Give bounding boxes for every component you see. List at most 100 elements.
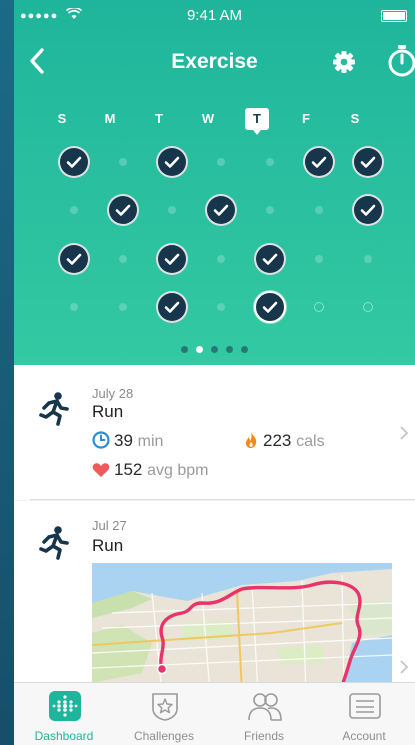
calendar-day-empty [107, 146, 139, 178]
exercise-header: ●●●●● 9:41 AM Exercise S M T W T F S [14, 0, 415, 365]
checkmark-icon [254, 243, 286, 275]
calories-metric: 223 cals [243, 431, 325, 451]
activity-card[interactable]: July 28 Run 39 min 223 cals 152 avg bpm [14, 365, 415, 500]
calories-unit: cals [296, 433, 325, 450]
dot-icon [217, 255, 225, 263]
checkmark-icon [156, 291, 188, 323]
calendar-day-empty [254, 194, 286, 226]
exercise-calendar-grid [14, 0, 415, 365]
tab-bar: Dashboard Challenges Friends Account [14, 682, 415, 745]
dot-icon [315, 255, 323, 263]
calendar-day-completed[interactable] [254, 243, 286, 275]
page-dot[interactable] [211, 346, 218, 353]
tab-label: Challenges [133, 729, 195, 743]
divider [30, 499, 415, 500]
tab-account[interactable]: Account [314, 683, 414, 745]
run-icon [36, 525, 72, 561]
run-icon [36, 391, 72, 427]
activity-type: Run [92, 402, 124, 421]
checkmark-icon [352, 146, 384, 178]
activity-card[interactable]: Jul 27 Run [14, 501, 415, 686]
page-dot[interactable] [196, 346, 203, 353]
page-dot[interactable] [181, 346, 188, 353]
clock-icon [92, 431, 110, 449]
heart-rate-metric: 152 avg bpm [92, 460, 208, 480]
dot-icon [364, 255, 372, 263]
activity-date: July 28 [92, 386, 134, 401]
heart-rate-unit: avg bpm [147, 462, 209, 479]
heart-rate-value: 152 [114, 460, 143, 479]
tab-dashboard[interactable]: Dashboard [14, 683, 114, 745]
checkmark-icon [58, 146, 90, 178]
page-indicator[interactable] [14, 340, 415, 353]
checkmark-icon [156, 146, 188, 178]
dot-icon [70, 206, 78, 214]
tab-label: Friends [243, 729, 284, 743]
dot-icon [119, 255, 127, 263]
calendar-day-completed[interactable] [107, 194, 139, 226]
checkmark-icon [303, 146, 335, 178]
empty-circle-icon [314, 302, 324, 312]
flame-icon [245, 432, 257, 448]
calendar-day-empty [303, 194, 335, 226]
activity-type: Run [92, 536, 124, 555]
tab-friends[interactable]: Friends [214, 683, 314, 745]
account-icon [348, 691, 382, 721]
duration-value: 39 [114, 431, 133, 450]
empty-circle-icon [363, 302, 373, 312]
calendar-day-completed[interactable] [156, 291, 188, 323]
calendar-day-completed[interactable] [58, 146, 90, 178]
calendar-day-empty [254, 146, 286, 178]
checkmark-icon [205, 194, 237, 226]
activity-date: Jul 27 [92, 518, 127, 533]
calendar-day-empty [352, 243, 384, 275]
dot-icon [119, 158, 127, 166]
calendar-day-empty [107, 243, 139, 275]
calendar-day-completed[interactable] [58, 243, 90, 275]
calendar-day-empty [58, 194, 90, 226]
screen-edge [0, 0, 14, 745]
phone-screen: ●●●●● 9:41 AM Exercise S M T W T F S Jul… [14, 0, 415, 745]
friends-icon [248, 691, 282, 721]
calendar-day-empty [303, 243, 335, 275]
calendar-day-empty [58, 291, 90, 323]
dot-icon [70, 303, 78, 311]
tab-challenges[interactable]: Challenges [114, 683, 214, 745]
dot-icon [217, 158, 225, 166]
page-dot[interactable] [241, 346, 248, 353]
calendar-day-completed[interactable] [205, 194, 237, 226]
calendar-day-completed[interactable] [352, 194, 384, 226]
checkmark-icon [352, 194, 384, 226]
chevron-right-icon [400, 426, 409, 440]
calendar-day-completed[interactable] [156, 146, 188, 178]
chevron-right-icon [400, 660, 409, 674]
tab-label: Account [342, 729, 386, 743]
checkmark-icon [254, 291, 286, 323]
calendar-day-completed[interactable] [303, 146, 335, 178]
calories-value: 223 [263, 431, 292, 450]
calendar-day-empty [156, 194, 188, 226]
duration-unit: min [137, 433, 164, 450]
dashboard-icon [48, 691, 82, 721]
dot-icon [119, 303, 127, 311]
calendar-day-today-completed[interactable] [254, 291, 286, 323]
dot-icon [168, 206, 176, 214]
calendar-day-completed[interactable] [156, 243, 188, 275]
tab-label: Dashboard [34, 729, 94, 743]
page-dot[interactable] [226, 346, 233, 353]
calendar-day-empty [205, 291, 237, 323]
duration-metric: 39 min [92, 431, 163, 451]
checkmark-icon [107, 194, 139, 226]
checkmark-icon [58, 243, 90, 275]
calendar-day-empty [107, 291, 139, 323]
dot-icon [217, 303, 225, 311]
calendar-day-future [303, 291, 335, 323]
route-map[interactable] [92, 563, 392, 686]
calendar-day-empty [205, 146, 237, 178]
dot-icon [266, 206, 274, 214]
challenges-icon [148, 691, 182, 721]
calendar-day-completed[interactable] [352, 146, 384, 178]
heart-icon [92, 463, 110, 477]
dot-icon [266, 158, 274, 166]
checkmark-icon [156, 243, 188, 275]
